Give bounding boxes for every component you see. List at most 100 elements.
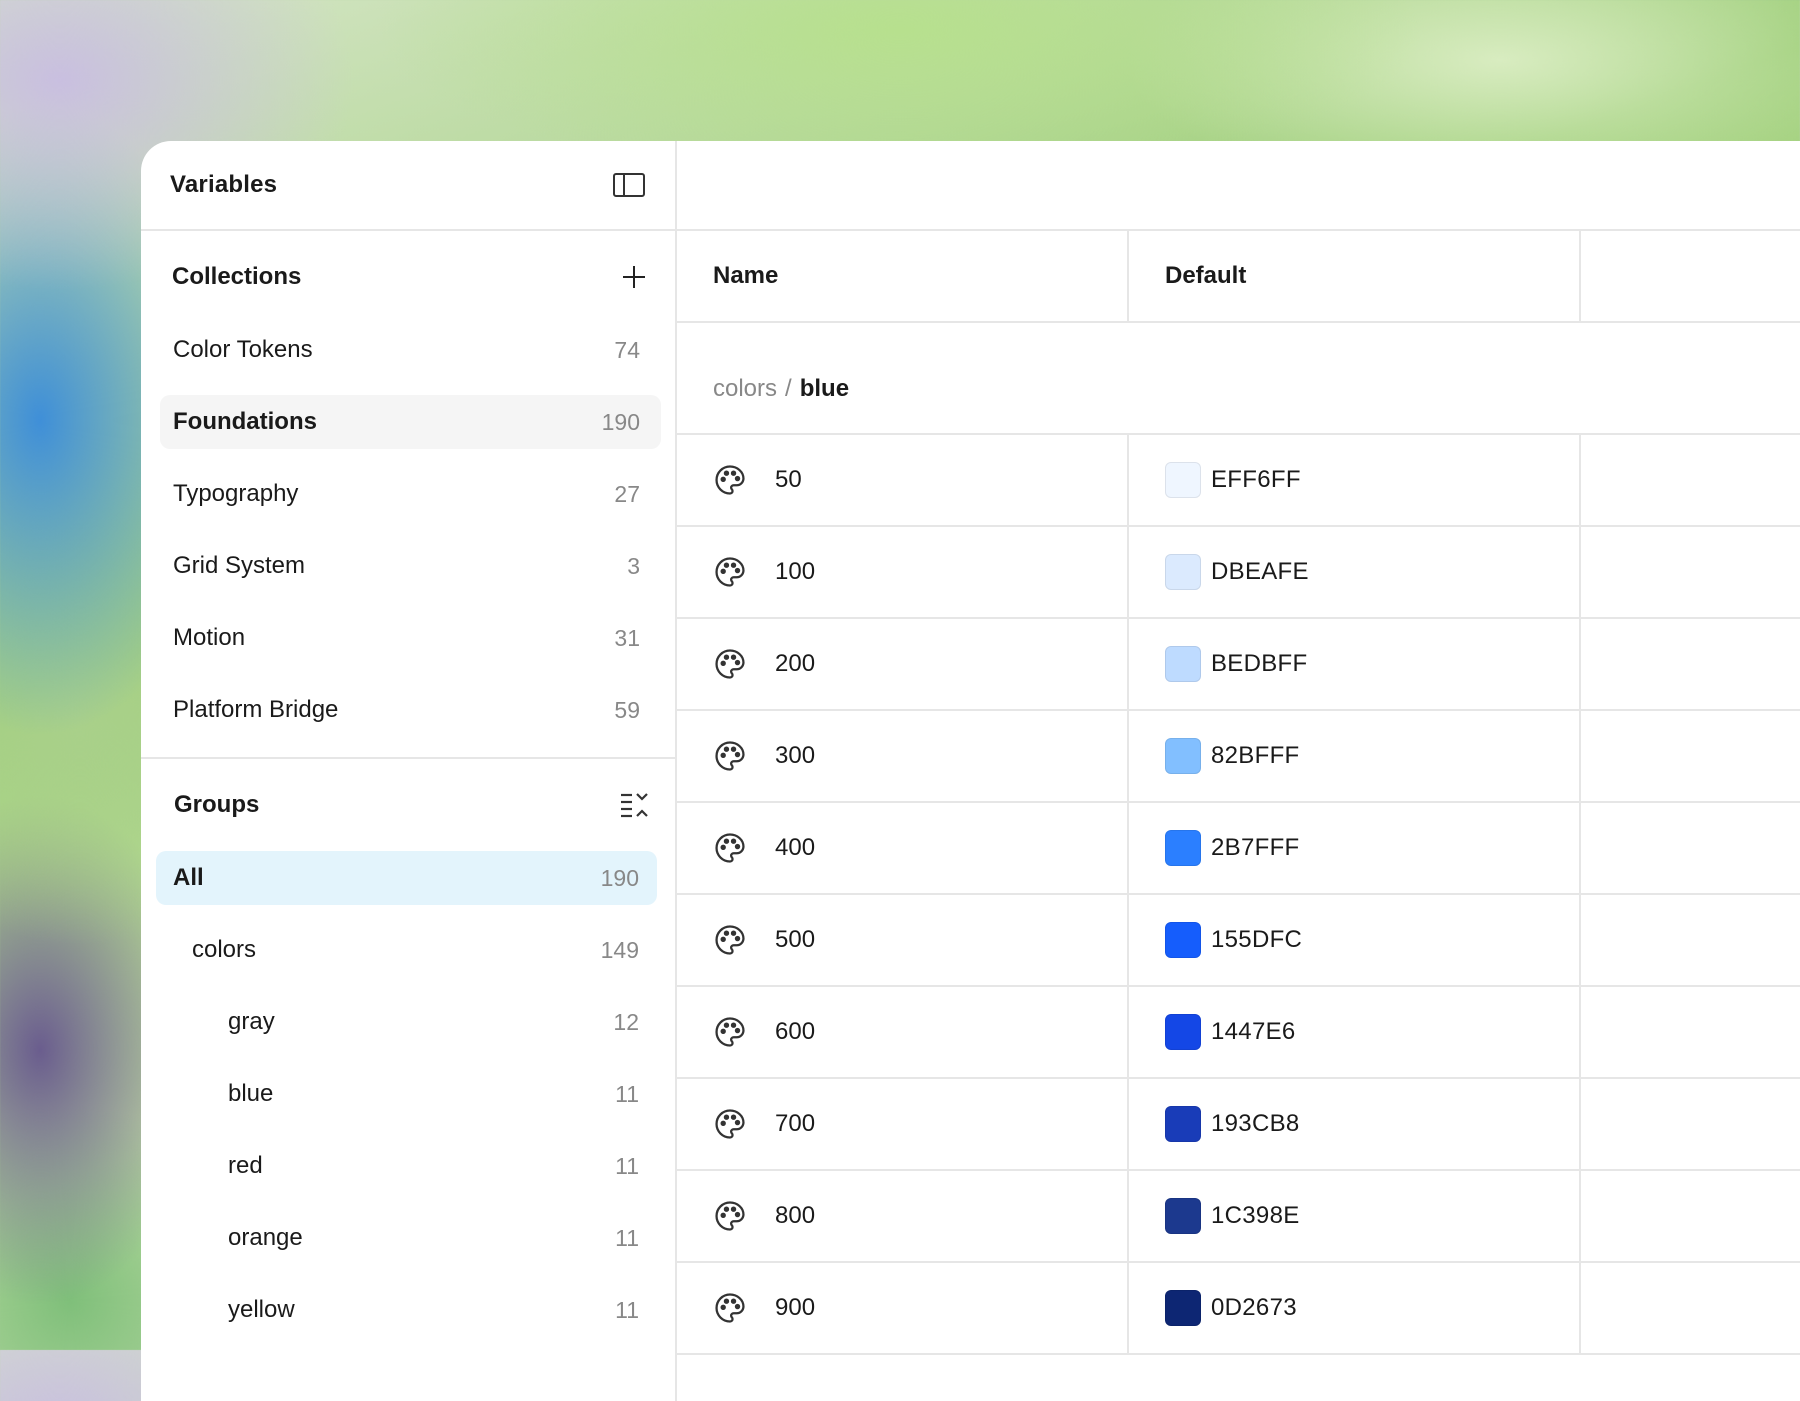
color-swatch[interactable] <box>1165 646 1201 682</box>
color-hex-value: 0D2673 <box>1211 1294 1297 1321</box>
variable-value-cell[interactable]: 193CB8 <box>1129 1079 1581 1169</box>
variable-value-cell[interactable]: BEDBFF <box>1129 619 1581 709</box>
collection-item-foundations[interactable]: Foundations 190 <box>160 395 661 449</box>
variable-name: 300 <box>775 742 816 769</box>
empty-mode-cell <box>1581 1263 1800 1353</box>
group-label: colors <box>192 936 257 963</box>
variable-value-cell[interactable]: 0D2673 <box>1129 1263 1581 1353</box>
variables-table-area: Name Default colors / blue 50 EFF6FF 100 DB… <box>677 141 1800 1401</box>
color-hex-value: 155DFC <box>1211 926 1303 953</box>
empty-mode-cell <box>1581 1079 1800 1169</box>
color-swatch[interactable] <box>1165 1198 1201 1234</box>
group-item-orange[interactable]: orange 11 <box>156 1211 657 1265</box>
group-count: 149 <box>600 936 639 963</box>
collection-count: 3 <box>627 552 640 579</box>
collection-count: 190 <box>601 408 640 435</box>
color-swatch[interactable] <box>1165 1290 1201 1326</box>
breadcrumb-parent[interactable]: colors <box>713 375 777 403</box>
table-row[interactable]: 300 82BFFF <box>677 711 1800 803</box>
table-row[interactable]: 100 DBEAFE <box>677 527 1800 619</box>
collection-item-motion[interactable]: Motion 31 <box>160 611 661 665</box>
column-header-default[interactable]: Default <box>1129 231 1581 321</box>
collection-label: Grid System <box>173 552 306 579</box>
variable-name-cell[interactable]: 500 <box>677 895 1129 985</box>
collection-item-typography[interactable]: Typography 27 <box>160 467 661 521</box>
group-count: 11 <box>615 1080 639 1107</box>
variable-name: 400 <box>775 834 816 861</box>
empty-mode-cell <box>1581 895 1800 985</box>
variable-value-cell[interactable]: EFF6FF <box>1129 435 1581 525</box>
collection-label: Color Tokens <box>173 336 313 363</box>
variable-name: 700 <box>775 1110 816 1137</box>
sidebar-toggle-icon[interactable] <box>613 173 645 197</box>
group-item-red[interactable]: red 11 <box>156 1139 657 1193</box>
table-row[interactable]: 50 EFF6FF <box>677 435 1800 527</box>
collections-header: Collections <box>141 231 675 323</box>
color-swatch[interactable] <box>1165 738 1201 774</box>
variable-name-cell[interactable]: 800 <box>677 1171 1129 1261</box>
table-row[interactable]: 400 2B7FFF <box>677 803 1800 895</box>
variable-name: 500 <box>775 926 816 953</box>
variable-name-cell[interactable]: 400 <box>677 803 1129 893</box>
color-swatch[interactable] <box>1165 1014 1201 1050</box>
collection-item-platform-bridge[interactable]: Platform Bridge 59 <box>160 683 661 737</box>
color-hex-value: 2B7FFF <box>1211 834 1300 861</box>
collection-count: 27 <box>614 480 640 507</box>
table-row[interactable]: 900 0D2673 <box>677 1263 1800 1355</box>
color-hex-value: 82BFFF <box>1211 742 1300 769</box>
variable-name-cell[interactable]: 700 <box>677 1079 1129 1169</box>
collection-item-grid-system[interactable]: Grid System 3 <box>160 539 661 593</box>
variable-name-cell[interactable]: 200 <box>677 619 1129 709</box>
variable-value-cell[interactable]: 2B7FFF <box>1129 803 1581 893</box>
variable-name-cell[interactable]: 300 <box>677 711 1129 801</box>
palette-icon <box>713 1015 747 1049</box>
variable-name-cell[interactable]: 100 <box>677 527 1129 617</box>
color-hex-value: BEDBFF <box>1211 650 1308 677</box>
table-header: Name Default <box>677 231 1800 323</box>
variable-value-cell[interactable]: 155DFC <box>1129 895 1581 985</box>
collections-list: Color Tokens 74 Foundations 190 Typograp… <box>141 323 675 737</box>
color-swatch[interactable] <box>1165 462 1201 498</box>
group-item-gray[interactable]: gray 12 <box>156 995 657 1049</box>
variable-value-cell[interactable]: 82BFFF <box>1129 711 1581 801</box>
table-row[interactable]: 700 193CB8 <box>677 1079 1800 1171</box>
variable-name-cell[interactable]: 900 <box>677 1263 1129 1353</box>
group-label: All <box>173 864 204 891</box>
group-label: gray <box>228 1008 275 1035</box>
table-row[interactable]: 500 155DFC <box>677 895 1800 987</box>
table-row[interactable]: 200 BEDBFF <box>677 619 1800 711</box>
group-count: 11 <box>615 1296 639 1323</box>
group-item-blue[interactable]: blue 11 <box>156 1067 657 1121</box>
group-item-colors[interactable]: colors 149 <box>156 923 657 977</box>
variable-value-cell[interactable]: 1447E6 <box>1129 987 1581 1077</box>
variable-name-cell[interactable]: 600 <box>677 987 1129 1077</box>
group-item-all[interactable]: All 190 <box>156 851 657 905</box>
table-row[interactable]: 800 1C398E <box>677 1171 1800 1263</box>
collapse-list-icon[interactable] <box>619 791 649 819</box>
color-hex-value: 1C398E <box>1211 1202 1300 1229</box>
color-swatch[interactable] <box>1165 554 1201 590</box>
group-label: orange <box>228 1224 303 1251</box>
groups-title: Groups <box>174 791 260 818</box>
group-count: 11 <box>615 1152 639 1179</box>
group-count: 12 <box>613 1008 639 1035</box>
group-item-yellow[interactable]: yellow 11 <box>156 1283 657 1337</box>
add-collection-icon[interactable] <box>623 266 645 288</box>
group-label: yellow <box>228 1296 295 1323</box>
palette-icon <box>713 831 747 865</box>
color-swatch[interactable] <box>1165 830 1201 866</box>
groups-section: Groups All 190 colors 149 gray 12 blue 1… <box>141 759 675 1337</box>
empty-mode-cell <box>1581 435 1800 525</box>
variable-name-cell[interactable]: 50 <box>677 435 1129 525</box>
table-row[interactable]: 600 1447E6 <box>677 987 1800 1079</box>
column-header-name[interactable]: Name <box>677 231 1129 321</box>
color-swatch[interactable] <box>1165 922 1201 958</box>
palette-icon <box>713 1107 747 1141</box>
variable-value-cell[interactable]: DBEAFE <box>1129 527 1581 617</box>
collections-section: Collections Color Tokens 74 Foundations … <box>141 231 675 737</box>
group-label: blue <box>228 1080 274 1107</box>
collection-count: 31 <box>614 624 640 651</box>
collection-item-color-tokens[interactable]: Color Tokens 74 <box>160 323 661 377</box>
variable-value-cell[interactable]: 1C398E <box>1129 1171 1581 1261</box>
color-swatch[interactable] <box>1165 1106 1201 1142</box>
